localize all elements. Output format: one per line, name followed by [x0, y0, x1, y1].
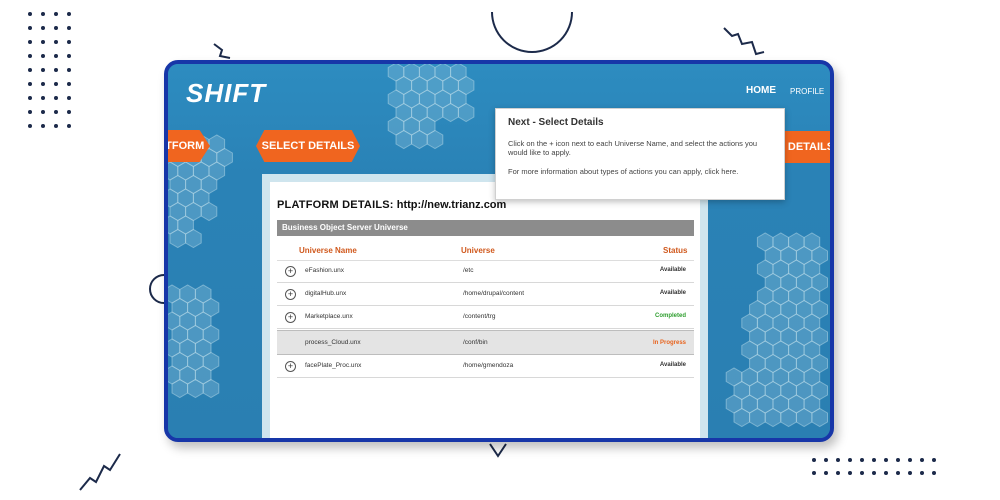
universe-path: /home/gmendoza [463, 362, 514, 369]
hexagon-shape [171, 378, 189, 399]
help-popover: Next - Select Details Click on the + ico… [495, 108, 785, 200]
universe-name: digitalHub.unx [305, 290, 347, 297]
hexagon-shape [733, 407, 751, 428]
popover-title: Next - Select Details [508, 117, 604, 128]
section-header: Business Object Server Universe [277, 220, 694, 236]
hexagon-shape [764, 407, 782, 428]
hexagon-shape [411, 129, 428, 150]
panel-title-url: http://new.trianz.com [396, 199, 507, 211]
universe-path: /home/drupal/content [463, 290, 525, 297]
hexagon-shape [811, 407, 828, 428]
hexagon-shape [795, 407, 813, 428]
table-row[interactable]: + eFashion.unx /etc Available [277, 261, 694, 283]
table-row[interactable]: + facePlate_Proc.unx /home/gmendoza Avai… [277, 356, 694, 378]
status-badge: Completed [654, 313, 686, 319]
universe-name: Marketplace.unx [305, 313, 353, 320]
nav-home-link[interactable]: HOME [746, 85, 776, 96]
table-row[interactable]: + Marketplace.unx /content/trg Completed [277, 307, 694, 329]
hexagon-shape [185, 228, 202, 249]
add-action-icon[interactable]: + [285, 289, 296, 300]
column-header-universe[interactable]: Universe [461, 246, 495, 255]
decorative-squiggle-top-left [213, 43, 231, 59]
hexagon-shape [169, 228, 187, 249]
app-screen: SHIFT HOME PROFILE ATFORM SELECT DETAILS… [168, 64, 830, 438]
universe-path: /etc [463, 267, 474, 274]
hexagon-shape [749, 407, 766, 428]
table-header: Universe Name Universe Status [277, 242, 694, 261]
add-action-icon[interactable]: + [285, 361, 296, 372]
decorative-chevron-bottom [489, 443, 507, 458]
hexagon-shape [187, 378, 204, 399]
shift-logo[interactable]: SHIFT [186, 78, 266, 109]
step-select-details[interactable]: SELECT DETAILS [256, 130, 360, 162]
universe-name: eFashion.unx [305, 267, 345, 274]
hexagon-shape [395, 129, 413, 150]
add-action-icon[interactable]: + [285, 312, 296, 323]
decorative-arc-left [149, 274, 165, 304]
table-row[interactable]: process_Cloud.unx /conf/bin In Progress [277, 330, 694, 355]
universe-path: /conf/bin [463, 339, 488, 346]
status-badge: In Progress [652, 340, 686, 346]
popover-body: Click on the + icon next to each Univers… [508, 139, 758, 157]
universe-name: facePlate_Proc.unx [305, 362, 362, 369]
hexagon-shape [426, 129, 444, 150]
nav-profile-link[interactable]: PROFILE [790, 87, 824, 96]
decorative-squiggle-bottom-left [79, 453, 121, 491]
table-row[interactable]: + digitalHub.unx /home/drupal/content Av… [277, 284, 694, 306]
decorative-squiggle-top-right [723, 27, 765, 56]
hexagon-shape [202, 378, 220, 399]
column-header-status[interactable]: Status [663, 246, 687, 255]
status-badge: Available [659, 290, 686, 296]
platform-details-panel: PLATFORM DETAILS: http://new.trianz.com … [262, 174, 708, 438]
hexagon-shape [200, 201, 218, 222]
panel-content: PLATFORM DETAILS: http://new.trianz.com … [270, 182, 700, 438]
status-badge: Available [659, 362, 686, 368]
panel-title: PLATFORM DETAILS: http://new.trianz.com [277, 199, 506, 211]
panel-title-label: PLATFORM DETAILS: [277, 199, 394, 211]
universe-path: /content/trg [463, 313, 496, 320]
status-badge: Available [659, 267, 686, 273]
hexagon-shape [780, 407, 797, 428]
device-frame: SHIFT HOME PROFILE ATFORM SELECT DETAILS… [164, 60, 834, 442]
universe-name: process_Cloud.unx [305, 339, 361, 346]
add-action-icon[interactable]: + [285, 266, 296, 277]
popover-help-link[interactable]: For more information about types of acti… [508, 167, 773, 176]
column-header-name[interactable]: Universe Name [299, 246, 357, 255]
decorative-arc-top [491, 11, 573, 53]
